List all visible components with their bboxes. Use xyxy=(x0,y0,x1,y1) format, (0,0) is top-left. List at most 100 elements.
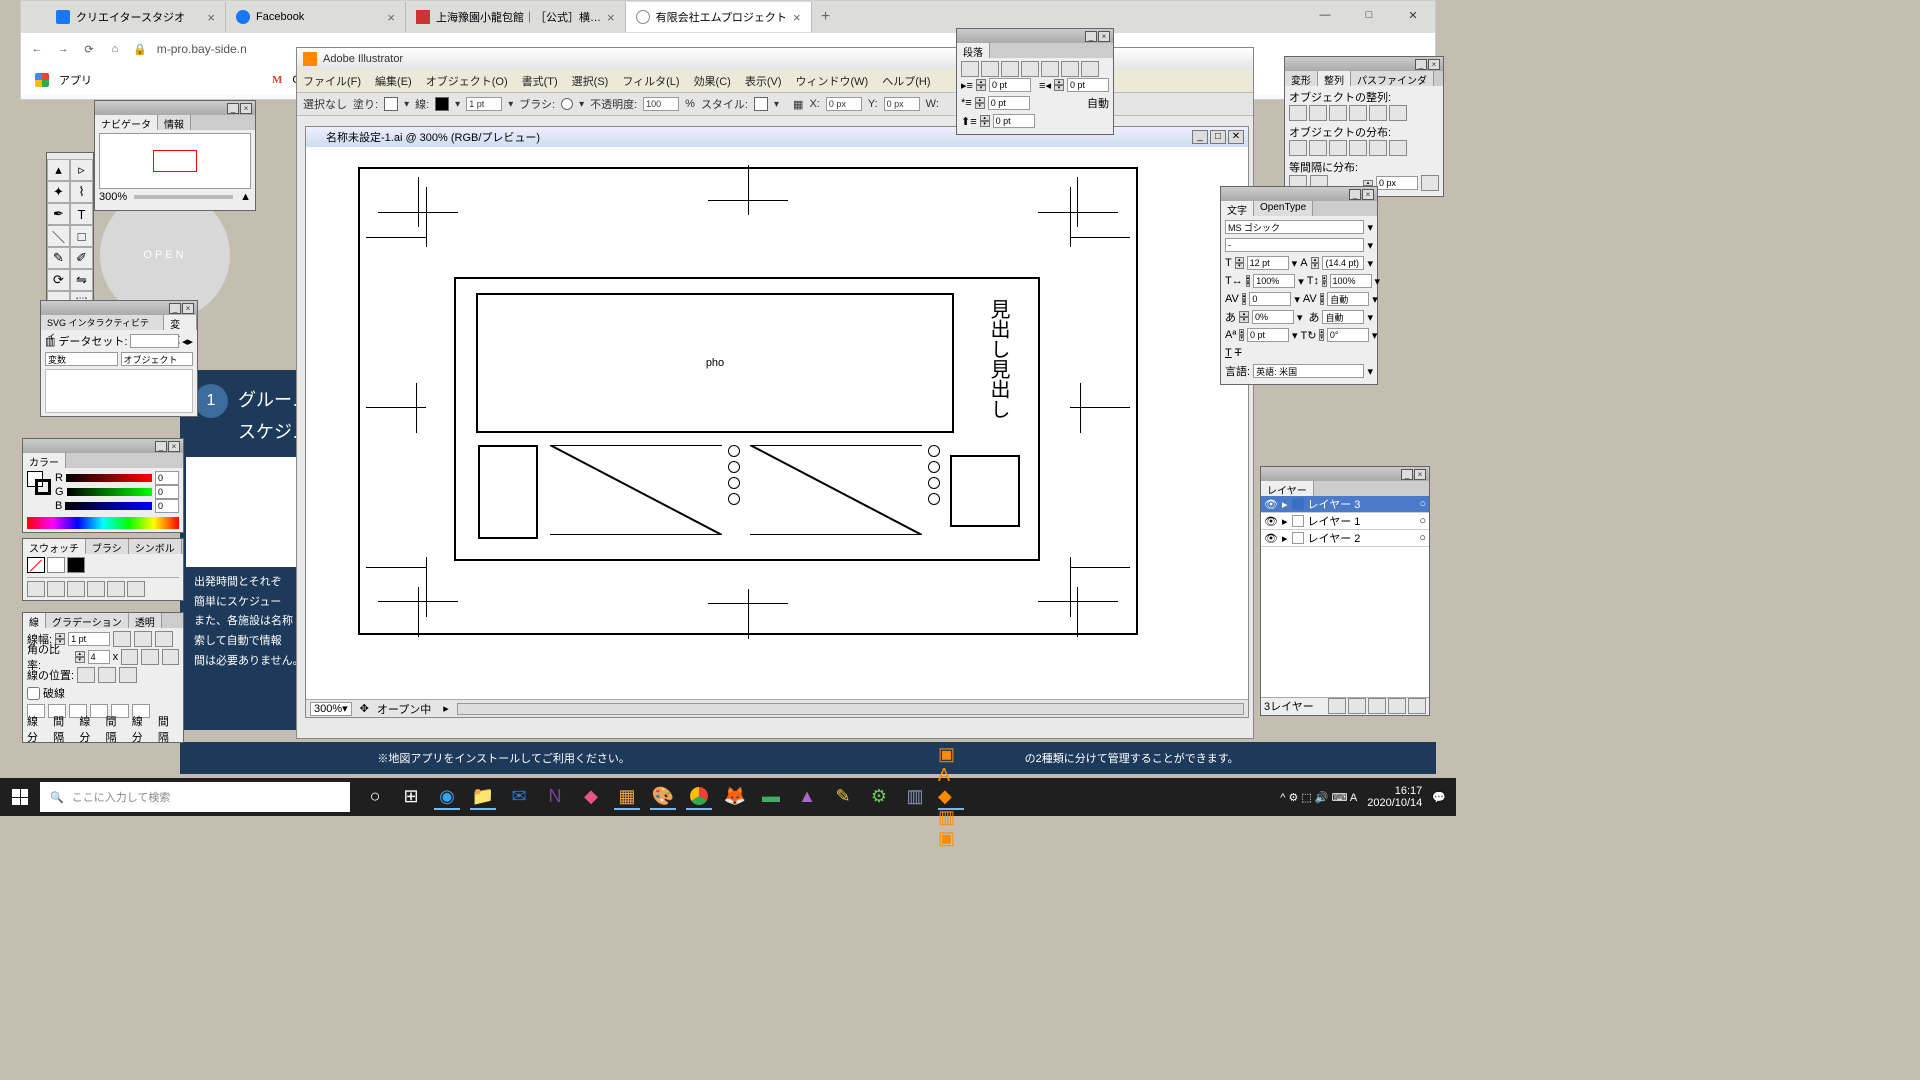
back-button[interactable]: ← xyxy=(29,41,45,57)
rectangle-tool[interactable]: □ xyxy=(70,225,93,247)
direct-selection-tool[interactable]: ▹ xyxy=(70,159,93,181)
x-input[interactable]: 0 px xyxy=(826,97,862,111)
new-tab-button[interactable]: + xyxy=(812,8,840,26)
onenote-icon[interactable]: N xyxy=(542,784,568,810)
miter-input[interactable]: 4 xyxy=(88,650,110,664)
locate-object-icon[interactable] xyxy=(1328,698,1346,714)
strikethrough-icon[interactable]: T xyxy=(1235,347,1242,359)
underline-icon[interactable]: T xyxy=(1225,347,1232,359)
minimize-button[interactable]: — xyxy=(1303,1,1347,29)
magic-wand-tool[interactable]: ✦ xyxy=(47,181,70,203)
justify-center-icon[interactable] xyxy=(1041,61,1059,77)
align-top-icon[interactable] xyxy=(1349,105,1367,121)
menu-file[interactable]: ファイル(F) xyxy=(303,73,361,89)
eye-icon[interactable]: 👁 xyxy=(1264,498,1278,511)
layer-row[interactable]: 👁▸レイヤー 1○ xyxy=(1261,513,1429,530)
browser-tab[interactable]: Facebook× xyxy=(226,2,406,32)
panel-close-icon[interactable]: × xyxy=(1428,59,1440,70)
justify-right-icon[interactable] xyxy=(1061,61,1079,77)
indent-right-input[interactable]: 0 pt xyxy=(1067,78,1109,92)
chevron-right-icon[interactable]: ▸ xyxy=(443,702,449,715)
eye-icon[interactable]: 👁 xyxy=(1264,515,1278,528)
layers-tab[interactable]: レイヤー xyxy=(1261,481,1314,496)
stroke-weight-input[interactable]: 1 pt xyxy=(466,97,502,111)
justify-all-icon[interactable] xyxy=(1081,61,1099,77)
navigator-preview[interactable] xyxy=(99,133,251,189)
align-to-icon[interactable] xyxy=(1421,175,1439,191)
r-slider[interactable] xyxy=(66,474,152,482)
align-left-icon[interactable] xyxy=(961,61,979,77)
apps-label[interactable]: アプリ xyxy=(59,72,92,88)
variables-tab[interactable]: 変数 xyxy=(164,315,197,330)
cap-projecting-icon[interactable] xyxy=(155,631,173,647)
app-icon[interactable]: ▦ xyxy=(614,784,640,810)
new-sublayer-icon[interactable] xyxy=(1368,698,1386,714)
swatches-tab[interactable]: スウォッチ xyxy=(23,539,86,554)
stroke-swatch[interactable] xyxy=(435,97,449,111)
notifications-icon[interactable]: 💬 xyxy=(1432,791,1446,804)
new-group-icon[interactable] xyxy=(87,581,105,597)
system-tray[interactable]: ^ ⚙ ⬚ 🔊 ⌨ A 16:17 2020/10/14 💬 xyxy=(1270,785,1456,809)
layer-row[interactable]: 👁▸レイヤー 3○ xyxy=(1261,496,1429,513)
app-icon[interactable]: ▬ xyxy=(758,784,784,810)
app-icon[interactable]: ▥ xyxy=(902,784,928,810)
dist-top-icon[interactable] xyxy=(1289,140,1307,156)
none-swatch[interactable] xyxy=(27,557,45,573)
dataset-select[interactable] xyxy=(130,334,178,348)
menu-effect[interactable]: 効果(C) xyxy=(694,73,731,89)
indent-left-input[interactable]: 0 pt xyxy=(989,78,1031,92)
gap-input[interactable]: 0 px xyxy=(1376,176,1418,190)
kerning-input[interactable]: 自動 xyxy=(1327,292,1369,306)
brushes-tab[interactable]: ブラシ xyxy=(86,539,129,554)
pen-tool[interactable]: ✒ xyxy=(47,203,70,225)
swatch[interactable] xyxy=(47,557,65,573)
aki-input[interactable]: 自動 xyxy=(1322,310,1364,324)
app-icon[interactable]: ◆ xyxy=(578,784,604,810)
cap-butt-icon[interactable] xyxy=(113,631,131,647)
align-center-icon[interactable] xyxy=(981,61,999,77)
tracking-input[interactable]: 0 xyxy=(1249,292,1291,306)
menu-window[interactable]: ウィンドウ(W) xyxy=(796,73,869,89)
horizontal-scrollbar[interactable] xyxy=(457,703,1244,715)
line-tool[interactable]: ＼ xyxy=(47,225,70,247)
hscale-input[interactable]: 100% xyxy=(1253,274,1295,288)
leading-input[interactable]: (14.4 pt) xyxy=(1322,256,1364,270)
type-tool[interactable]: T xyxy=(70,203,93,225)
font-family-select[interactable]: MS ゴシック xyxy=(1225,220,1364,234)
language-select[interactable]: 英語: 米国 xyxy=(1253,364,1364,378)
delete-layer-icon[interactable] xyxy=(1408,698,1426,714)
dist-bottom-icon[interactable] xyxy=(1329,140,1347,156)
swatch-options-icon[interactable] xyxy=(67,581,85,597)
color-spectrum[interactable] xyxy=(27,517,179,529)
paintbrush-tool[interactable]: ✎ xyxy=(47,247,70,269)
swatch-libraries-icon[interactable] xyxy=(27,581,45,597)
panel-close-icon[interactable]: × xyxy=(1362,189,1374,200)
chrome-icon[interactable] xyxy=(686,784,712,810)
menu-edit[interactable]: 編集(E) xyxy=(375,73,412,89)
align-inside-icon[interactable] xyxy=(98,667,116,683)
task-view-icon[interactable]: ⊞ xyxy=(398,784,424,810)
delete-swatch-icon[interactable] xyxy=(127,581,145,597)
panel-close-icon[interactable]: × xyxy=(1414,469,1426,480)
browser-tab[interactable]: クリエイタースタジオ× xyxy=(46,2,226,32)
align-center-icon[interactable] xyxy=(77,667,95,683)
panel-minimize-icon[interactable]: _ xyxy=(1085,31,1097,42)
variables-list[interactable] xyxy=(45,369,193,413)
canvas[interactable]: pho 見出し見出し xyxy=(306,147,1248,699)
close-icon[interactable]: × xyxy=(793,10,801,25)
menu-help[interactable]: ヘルプ(H) xyxy=(882,73,930,89)
space-before-input[interactable]: 0 pt xyxy=(993,114,1035,128)
maximize-button[interactable]: □ xyxy=(1347,1,1391,29)
doc-close-button[interactable]: ✕ xyxy=(1228,130,1244,144)
close-button[interactable]: ✕ xyxy=(1391,1,1435,29)
app-icon[interactable]: ▲ xyxy=(794,784,820,810)
panel-close-icon[interactable]: × xyxy=(182,303,194,314)
font-size-input[interactable]: 12 pt xyxy=(1247,256,1289,270)
close-icon[interactable]: × xyxy=(207,10,215,25)
lasso-tool[interactable]: ⌇ xyxy=(70,181,93,203)
browser-tab[interactable]: 上海豫園小龍包館｜［公式］横…× xyxy=(406,2,626,32)
align-right-icon[interactable] xyxy=(1329,105,1347,121)
panel-minimize-icon[interactable]: _ xyxy=(227,103,239,114)
close-icon[interactable]: × xyxy=(607,10,615,25)
g-input[interactable]: 0 xyxy=(155,485,179,499)
